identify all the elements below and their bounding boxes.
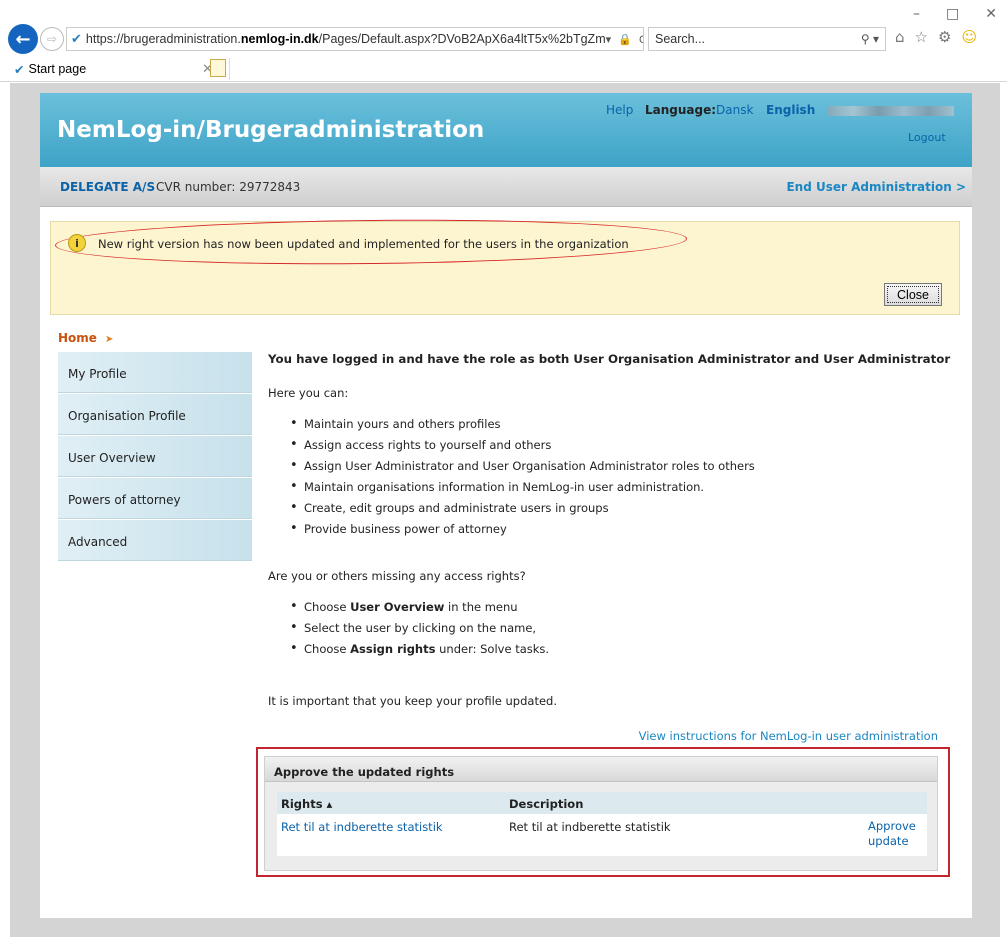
- notice-message: New right version has now been updated a…: [98, 237, 629, 251]
- step-text: Choose: [304, 642, 351, 656]
- tab-bar: ✔ Start page ✕: [0, 56, 1007, 82]
- page-viewport: NemLog-in/Brugeradministration Help Lang…: [10, 83, 1000, 937]
- list-item: Choose User Overview in the menu: [290, 599, 549, 621]
- approve-update-text: update: [868, 834, 909, 848]
- list-item: Provide business power of attorney: [290, 521, 755, 543]
- here-you-can-text: Here you can:: [268, 386, 349, 400]
- capabilities-list: Maintain yours and others profiles Assig…: [290, 416, 755, 543]
- url-path: /Pages/Default.aspx?DVoB2ApX6a4ltT5x%2bT…: [318, 32, 606, 46]
- step-text: under: Solve tasks.: [435, 642, 550, 656]
- close-notice-button[interactable]: Close: [884, 283, 942, 306]
- right-description: Ret til at indberette statistik: [509, 820, 671, 834]
- close-window-icon[interactable]: ✕: [985, 6, 997, 22]
- end-user-administration-link[interactable]: End User Administration >: [786, 180, 966, 194]
- sidebar-item-powers-of-attorney[interactable]: Powers of attorney: [58, 478, 252, 519]
- info-icon: i: [68, 234, 86, 252]
- favorites-star-icon[interactable]: ☆: [915, 28, 928, 46]
- breadcrumb: Home ➤: [58, 331, 113, 345]
- language-english-link[interactable]: English: [766, 103, 815, 117]
- description-column-header: Description: [509, 797, 584, 811]
- missing-rights-question: Are you or others missing any access rig…: [268, 569, 526, 583]
- list-item: Assign User Administrator and User Organ…: [290, 458, 755, 480]
- step-text: in the menu: [444, 600, 518, 614]
- list-item: Maintain organisations information in Ne…: [290, 479, 755, 501]
- settings-gear-icon[interactable]: ⚙: [938, 28, 951, 46]
- maximize-icon[interactable]: □: [946, 6, 959, 22]
- role-heading: You have logged in and have the role as …: [268, 352, 951, 366]
- rights-column-header[interactable]: Rights ▴: [281, 797, 332, 811]
- feedback-smiley-icon[interactable]: ☺: [961, 28, 977, 46]
- side-navigation: My Profile Organisation Profile User Ove…: [58, 352, 252, 562]
- forward-button[interactable]: ⇨: [40, 27, 64, 51]
- site-banner: NemLog-in/Brugeradministration Help Lang…: [40, 93, 972, 167]
- list-item: Create, edit groups and administrate use…: [290, 500, 755, 522]
- address-bar[interactable]: ✔ https://brugeradministration. nemlog-in…: [66, 27, 644, 51]
- approve-update-text: Approve: [868, 819, 916, 833]
- approve-panel: Approve the updated rights Rights ▴ Desc…: [264, 756, 938, 871]
- instructions-link[interactable]: View instructions for NemLog-in user adm…: [639, 729, 938, 743]
- site-favicon-icon: ✔: [71, 31, 82, 46]
- sidebar-item-organisation-profile[interactable]: Organisation Profile: [58, 394, 252, 435]
- page-container: NemLog-in/Brugeradministration Help Lang…: [40, 93, 972, 918]
- step-emphasis: User Overview: [350, 600, 445, 614]
- url-prefix: https://brugeradministration.: [85, 32, 241, 46]
- organisation-bar: DELEGATE A/S CVR number: 29772843 End Us…: [40, 167, 972, 207]
- step-text: Choose: [304, 600, 351, 614]
- list-item: Select the user by clicking on the name,: [290, 620, 549, 642]
- browser-search-box[interactable]: Search... ⚲ ▾: [648, 27, 886, 51]
- list-item: Assign access rights to yourself and oth…: [290, 437, 755, 459]
- language-dansk-link[interactable]: Dansk: [716, 103, 753, 117]
- right-name-link[interactable]: Ret til at indberette statistik: [281, 820, 443, 834]
- back-arrow-icon: ←: [15, 28, 31, 50]
- approve-update-link[interactable]: Approve update: [868, 819, 916, 849]
- search-placeholder: Search...: [655, 32, 706, 46]
- breadcrumb-arrow-icon: ➤: [104, 334, 114, 345]
- approve-panel-title: Approve the updated rights: [265, 757, 937, 782]
- browser-chrome: – □ ✕ ← ⇨ ✔ https://brugeradministration…: [0, 0, 1007, 82]
- sidebar-item-my-profile[interactable]: My Profile: [58, 352, 252, 393]
- organisation-name: DELEGATE A/S: [60, 180, 156, 194]
- site-title: NemLog-in/Brugeradministration: [57, 117, 485, 143]
- rights-table-header: Rights ▴ Description: [277, 792, 927, 814]
- browser-toolbar-icons: ⌂ ☆ ⚙ ☺: [895, 28, 977, 46]
- tab-start-page[interactable]: ✔ Start page ✕: [10, 58, 230, 80]
- step-emphasis: Assign rights: [350, 642, 436, 656]
- user-name-blurred: [828, 106, 954, 116]
- help-link[interactable]: Help: [606, 103, 633, 117]
- breadcrumb-home-link[interactable]: Home: [58, 331, 97, 345]
- keep-updated-text: It is important that you keep your profi…: [268, 694, 557, 708]
- minimize-icon[interactable]: –: [913, 6, 920, 22]
- home-icon[interactable]: ⌂: [895, 28, 905, 46]
- logout-link[interactable]: Logout: [908, 131, 946, 144]
- search-icon[interactable]: ⚲ ▾: [861, 32, 879, 46]
- info-notice: i New right version has now been updated…: [50, 216, 960, 315]
- new-tab-icon[interactable]: [210, 59, 226, 77]
- rights-table: Rights ▴ Description Ret til at indberet…: [277, 792, 927, 856]
- tab-title: Start page: [28, 62, 87, 76]
- sidebar-item-user-overview[interactable]: User Overview: [58, 436, 252, 477]
- list-item: Maintain yours and others profiles: [290, 416, 755, 438]
- forward-arrow-icon: ⇨: [46, 32, 58, 46]
- address-tools-icon[interactable]: ▾ 🔒 C: [606, 33, 643, 46]
- tab-favicon-icon: ✔: [14, 62, 25, 77]
- cvr-number: CVR number: 29772843: [156, 180, 301, 194]
- steps-list: Choose User Overview in the menu Select …: [290, 599, 550, 663]
- back-button[interactable]: ←: [8, 24, 38, 54]
- window-controls: – □ ✕: [913, 6, 997, 22]
- sidebar-item-advanced[interactable]: Advanced: [58, 520, 252, 561]
- language-label: Language:: [645, 103, 717, 117]
- url-host: nemlog-in.dk: [240, 32, 319, 46]
- list-item: Choose Assign rights under: Solve tasks.: [290, 641, 550, 663]
